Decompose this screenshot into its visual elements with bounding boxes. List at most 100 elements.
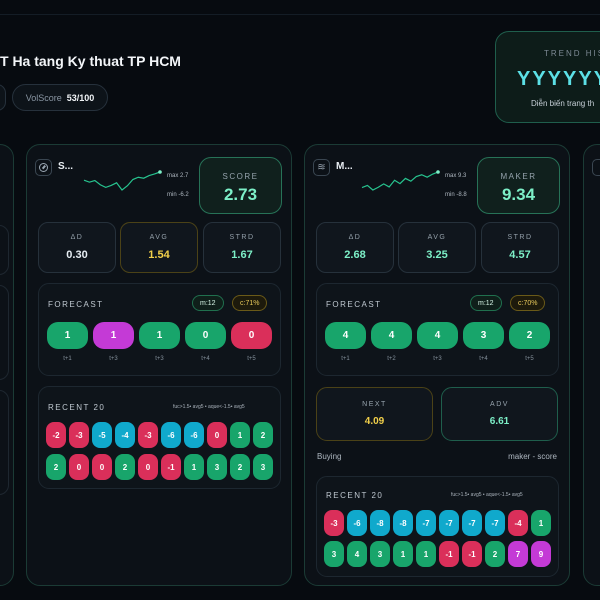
forecast-step-button[interactable]: 1 — [139, 322, 180, 349]
recent-card: RECENT 20 fuc>1.5• avg5 • aque<-1.5• avg… — [38, 386, 281, 489]
stat-value: 1.54 — [148, 249, 170, 261]
recent-chip[interactable]: 7 — [508, 541, 528, 567]
recent-chip[interactable]: 1 — [184, 454, 204, 480]
forecast-m-badge: m:12 — [470, 295, 502, 311]
adv-label: ADV — [490, 401, 509, 408]
trend-label: TREND HIS — [544, 49, 600, 58]
recent-chip[interactable]: 2 — [253, 422, 273, 448]
forecast-step-label: t+4 — [201, 356, 210, 362]
stat-value: 2.68 — [344, 249, 366, 261]
stat-card-avg: AVG 3.25 — [398, 222, 476, 273]
recent-chip[interactable]: -2 — [46, 422, 66, 448]
stat-card-strd: STRD 1.67 — [203, 222, 281, 273]
forecast-m-badge: m:12 — [192, 295, 224, 311]
spark-min: min -8.8 — [445, 192, 467, 198]
recent-chip[interactable]: 1 — [531, 510, 551, 536]
recent-chip[interactable]: 1 — [230, 422, 250, 448]
recent-chip[interactable]: 0 — [92, 454, 112, 480]
recent-chip[interactable]: 3 — [253, 454, 273, 480]
stat-label: ΔD — [70, 234, 84, 241]
volscore-value: 53/100 — [66, 92, 95, 103]
recent-chip[interactable]: 0 — [207, 422, 227, 448]
recent-chip[interactable]: -7 — [439, 510, 459, 536]
forecast-step-button[interactable]: 3 — [463, 322, 504, 349]
recent-chip[interactable]: -1 — [439, 541, 459, 567]
recent-chip[interactable]: 1 — [393, 541, 413, 567]
recent-chip[interactable]: 3 — [324, 541, 344, 567]
stat-value: 4.57 — [509, 249, 531, 261]
volscore-label: VolScore — [25, 92, 62, 103]
forecast-step-label: t+2 — [387, 356, 396, 362]
recent-chip[interactable]: -8 — [393, 510, 413, 536]
recent-chip[interactable]: 2 — [115, 454, 135, 480]
trend-description: Diễn biến trang th — [531, 99, 595, 108]
forecast-step-button[interactable]: 4 — [325, 322, 366, 349]
stat-value: 1.67 — [231, 249, 253, 261]
recent-chip[interactable]: 2 — [46, 454, 66, 480]
stat-card-strd: STRD 4.57 — [481, 222, 559, 273]
forecast-step-label: t+5 — [525, 356, 534, 362]
recent-chip[interactable]: -1 — [462, 541, 482, 567]
filter-chip[interactable] — [0, 84, 6, 111]
forecast-step-button[interactable]: 4 — [417, 322, 458, 349]
recent-chip[interactable]: -7 — [462, 510, 482, 536]
recent-chip[interactable]: -3 — [138, 422, 158, 448]
trend-value: YYYYYYY — [517, 68, 600, 90]
panel-partial-right — [583, 144, 600, 586]
recent-chip[interactable]: 4 — [347, 541, 367, 567]
maker-card: MAKER 9.34 — [477, 157, 560, 214]
recent-chip[interactable]: 2 — [485, 541, 505, 567]
recent-chip[interactable]: 1 — [416, 541, 436, 567]
next-label: NEXT — [362, 401, 387, 408]
forecast-c-badge: c:71% — [232, 295, 268, 311]
recent-chip[interactable]: 3 — [370, 541, 390, 567]
gauge-icon — [35, 159, 52, 176]
forecast-step-label: t+1 — [341, 356, 350, 362]
forecast-step-button[interactable]: 0 — [185, 322, 226, 349]
volscore-chip[interactable]: VolScore 53/100 — [12, 84, 108, 111]
recent-chip[interactable]: -4 — [115, 422, 135, 448]
trend-history-card: TREND HIS YYYYYYY Diễn biến trang th — [495, 31, 600, 123]
stat-card-avg: AVG 1.54 — [120, 222, 198, 273]
recent-chip[interactable]: -5 — [92, 422, 112, 448]
score-card: SCORE 2.73 — [199, 157, 282, 214]
score-value: 2.73 — [223, 185, 258, 204]
sparkline — [83, 170, 162, 191]
recent-chip[interactable]: -7 — [416, 510, 436, 536]
forecast-step-label: t+4 — [479, 356, 488, 362]
forecast-step-button[interactable]: 4 — [371, 322, 412, 349]
forecast-card: FORECAST m:12 c:70% 4 4 4 3 2 t+1 t+2 t+… — [316, 283, 559, 376]
forecast-step-button[interactable]: 1 — [93, 322, 134, 349]
indicator-panel-maker: ≋ M... max 9.3 min -8.8 MAKER 9.34 ΔD 2.… — [304, 144, 570, 586]
forecast-step-button[interactable]: 2 — [509, 322, 550, 349]
sparkline — [361, 170, 440, 191]
recent-chip[interactable]: -3 — [324, 510, 344, 536]
recent-chip[interactable]: 2 — [230, 454, 250, 480]
recent-chip[interactable]: 0 — [138, 454, 158, 480]
forecast-step-button[interactable]: 0 — [231, 322, 272, 349]
forecast-step-button[interactable]: 1 — [47, 322, 88, 349]
recent-chip[interactable]: -1 — [161, 454, 181, 480]
recent-chip[interactable]: 9 — [531, 541, 551, 567]
footer-status: Buying — [317, 452, 342, 461]
next-value: 4.09 — [364, 416, 385, 427]
recent-chip[interactable]: -6 — [347, 510, 367, 536]
recent-chip[interactable]: -4 — [508, 510, 528, 536]
next-card: NEXT 4.09 — [316, 387, 433, 441]
recent-chip[interactable]: -8 — [370, 510, 390, 536]
recent-row: -3 -6 -8 -8 -7 -7 -7 -7 -4 1 — [324, 510, 551, 536]
maker-label: MAKER — [500, 172, 537, 181]
recent-row: -2 -3 -5 -4 -3 -6 -6 0 1 2 — [46, 422, 273, 448]
recent-chip[interactable]: -6 — [184, 422, 204, 448]
recent-chip[interactable]: 0 — [69, 454, 89, 480]
indicator-panel-score: S... max 2.7 min -6.2 SCORE 2.73 ΔD 0.30… — [26, 144, 292, 586]
recent-chip[interactable]: 3 — [207, 454, 227, 480]
stat-value: 0.30 — [66, 249, 88, 261]
recent-legend: fuc>1.5• avg5 • aque<-1.5• avg5 — [451, 492, 523, 498]
recent-chip[interactable]: -7 — [485, 510, 505, 536]
recent-chip[interactable]: -6 — [161, 422, 181, 448]
recent-title: RECENT 20 — [48, 403, 106, 412]
recent-title: RECENT 20 — [326, 491, 384, 500]
recent-chip[interactable]: -3 — [69, 422, 89, 448]
stat-value: 3.25 — [426, 249, 448, 261]
